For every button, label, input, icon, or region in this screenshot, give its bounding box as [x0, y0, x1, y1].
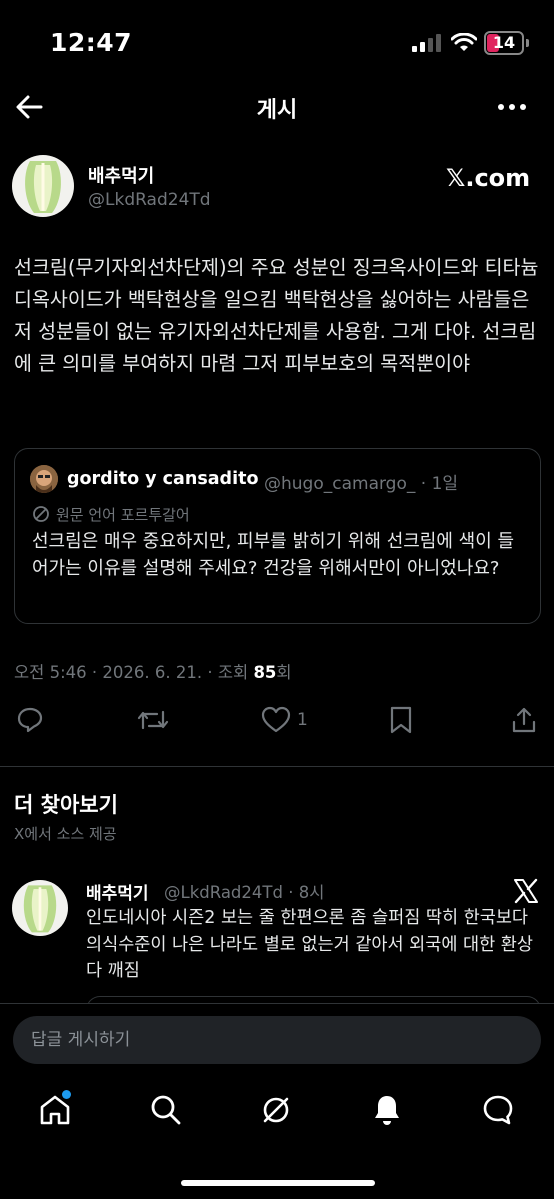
view-count: 85 — [253, 663, 277, 682]
rec-author-name[interactable]: 배추먹기 — [86, 879, 149, 904]
divider — [0, 766, 554, 767]
reply-icon[interactable] — [16, 706, 44, 734]
retweet-icon[interactable] — [137, 706, 169, 734]
home-notification-dot — [62, 1090, 71, 1099]
search-icon[interactable] — [149, 1093, 183, 1127]
more-icon[interactable] — [496, 93, 528, 121]
home-indicator — [181, 1180, 375, 1186]
messages-icon[interactable] — [481, 1093, 515, 1127]
xcom-badge: 𝕏.com — [446, 164, 531, 192]
quote-meta: @hugo_camargo_ · 1일 — [264, 474, 459, 494]
signal-icon — [412, 34, 441, 52]
rec-meta: @LkdRad24Td · 8시 — [164, 883, 325, 902]
post-meta: 오전 5:46 · 2026. 6. 21. · 조회 85회 — [14, 663, 292, 682]
heart-icon[interactable] — [261, 706, 291, 734]
discover-title: 더 찾아보기 — [14, 793, 118, 817]
bookmark-icon[interactable] — [388, 706, 414, 734]
grok-icon[interactable] — [259, 1093, 293, 1127]
bell-icon[interactable] — [370, 1093, 404, 1127]
reply-input[interactable]: 답글 게시하기 — [13, 1016, 541, 1064]
share-icon[interactable] — [510, 706, 538, 734]
battery-icon: 14 — [484, 31, 524, 55]
rec-post-text: 인도네시아 시즌2 보는 줄 한편으론 좀 슬퍼짐 딱히 한국보다 의식수준이 … — [86, 908, 534, 981]
like-count: 1 — [297, 710, 308, 730]
quote-avatar — [30, 465, 58, 493]
wifi-icon — [451, 33, 477, 51]
translate-icon — [33, 506, 49, 522]
page-title: 게시 — [256, 98, 298, 123]
post-text: 선크림(무기자외선차단제)의 주요 성분인 징크옥사이드와 티타늄디옥사이드가 … — [14, 256, 539, 375]
rec-author-avatar[interactable] — [12, 880, 68, 936]
status-time: 12:47 — [50, 28, 133, 57]
quote-author-name: gordito y cansadito — [67, 469, 259, 489]
quote-text: 선크림은 매우 중요하지만, 피부를 밝히기 위해 선크림에 색이 들어가는 이… — [32, 531, 515, 579]
battery-level: 14 — [492, 33, 516, 52]
author-name[interactable]: 배추먹기 — [88, 162, 154, 188]
x-logo-icon — [514, 878, 538, 904]
author-avatar[interactable] — [12, 155, 74, 217]
discover-subtitle: X에서 소스 제공 — [14, 825, 117, 843]
translated-label: 원문 언어 포르투갈어 — [56, 506, 190, 524]
author-handle[interactable]: @LkdRad24Td — [88, 190, 211, 210]
